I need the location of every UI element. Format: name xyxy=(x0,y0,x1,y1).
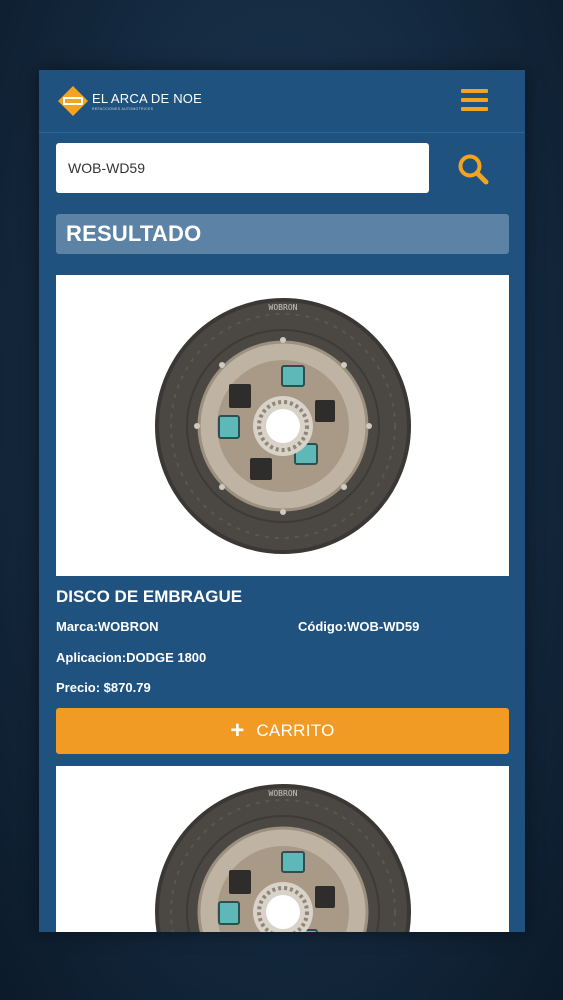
product-application: Aplicacion:DODGE 1800 xyxy=(56,650,207,665)
product-image-2[interactable]: WOBRON xyxy=(56,766,509,932)
product-brand: Marca:WOBRON xyxy=(56,619,159,634)
product-code: Código:WOB-WD59 xyxy=(298,619,420,634)
search-bar xyxy=(56,143,508,193)
add-to-cart-button[interactable]: + CARRITO xyxy=(56,708,509,754)
logo-icon xyxy=(58,86,88,116)
product-image[interactable]: WOBRON xyxy=(56,275,509,576)
cart-button-label: CARRITO xyxy=(256,721,335,740)
search-icon xyxy=(458,154,489,185)
svg-text:WOBRON: WOBRON xyxy=(268,303,297,312)
result-heading: RESULTADO xyxy=(66,221,202,246)
logo-title: EL ARCA DE NOE xyxy=(92,90,202,106)
hamburger-icon xyxy=(461,89,488,111)
result-heading-bar: RESULTADO xyxy=(56,214,509,254)
logo-text: EL ARCA DE NOE REFACCIONES AUTOMOTRICES xyxy=(92,92,202,111)
product-price: Precio: $870.79 xyxy=(56,680,151,695)
app-frame: EL ARCA DE NOE REFACCIONES AUTOMOTRICES … xyxy=(39,70,525,932)
svg-text:WOBRON: WOBRON xyxy=(268,789,297,798)
logo[interactable]: EL ARCA DE NOE REFACCIONES AUTOMOTRICES xyxy=(57,85,202,117)
clutch-disc-image-2: WOBRON xyxy=(154,784,411,932)
plus-icon: + xyxy=(230,717,245,744)
logo-subtitle: REFACCIONES AUTOMOTRICES xyxy=(92,106,154,111)
search-input[interactable] xyxy=(56,143,429,193)
header: EL ARCA DE NOE REFACCIONES AUTOMOTRICES xyxy=(39,70,525,133)
clutch-disc-image: WOBRON xyxy=(154,297,411,554)
menu-button[interactable] xyxy=(461,89,488,111)
search-button[interactable] xyxy=(455,151,491,187)
product-name: DISCO DE EMBRAGUE xyxy=(56,587,243,606)
